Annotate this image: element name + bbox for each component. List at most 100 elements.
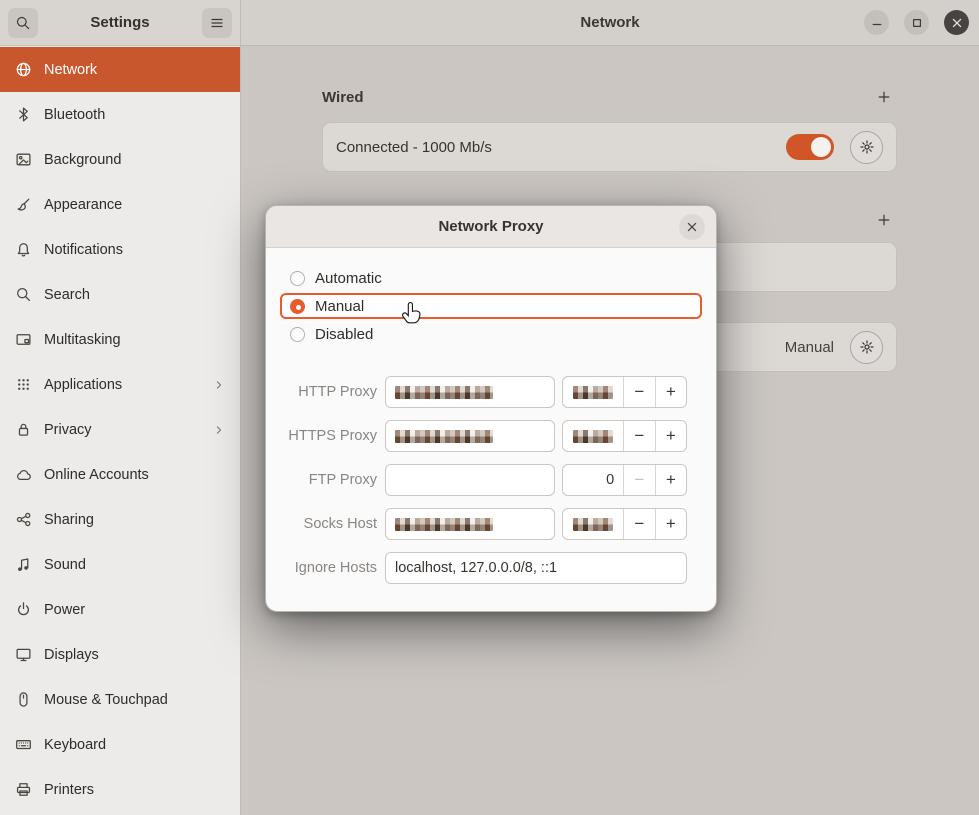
proxy-settings-button[interactable] — [850, 331, 883, 364]
page-title: Network — [580, 14, 639, 31]
decrement-button[interactable]: − — [623, 421, 654, 451]
redacted-value — [395, 386, 493, 399]
proxy-mode-label: Manual — [315, 298, 364, 315]
proxy-status: Manual — [785, 339, 834, 356]
sidebar-item-appearance[interactable]: Appearance — [0, 182, 240, 227]
increment-button[interactable]: + — [655, 377, 686, 407]
close-icon — [949, 15, 965, 31]
proxy-mode-disabled[interactable]: Disabled — [280, 321, 702, 347]
sidebar-item-displays[interactable]: Displays — [0, 632, 240, 677]
add-wired-connection-button[interactable] — [871, 84, 897, 110]
increment-button[interactable]: + — [655, 509, 686, 539]
sidebar-item-sharing[interactable]: Sharing — [0, 497, 240, 542]
sidebar-item-label: Bluetooth — [44, 107, 105, 123]
https-proxy-input[interactable] — [385, 420, 555, 452]
radio-button[interactable] — [290, 299, 305, 314]
sidebar-list: Network Bluetooth Background Appearance Noti… — [0, 47, 240, 815]
minimize-icon — [869, 15, 885, 31]
http-proxy-row: HTTP Proxy −+ — [280, 376, 702, 408]
redacted-value — [395, 518, 493, 531]
sidebar-item-label: Notifications — [44, 242, 123, 258]
search-button[interactable] — [8, 8, 38, 38]
minimize-button[interactable] — [864, 10, 889, 35]
sidebar-item-label: Power — [44, 602, 85, 618]
ftp-proxy-port-value[interactable]: 0 — [563, 465, 623, 495]
close-button[interactable] — [944, 10, 969, 35]
menu-button[interactable] — [202, 8, 232, 38]
redacted-port — [573, 518, 613, 531]
wired-section-title: Wired — [322, 89, 364, 106]
socks-host-port-spinner: −+ — [562, 508, 687, 540]
wired-connection-row[interactable]: Connected - 1000 Mb/s — [322, 122, 897, 172]
sidebar-item-label: Multitasking — [44, 332, 121, 348]
maximize-button[interactable] — [904, 10, 929, 35]
sidebar-item-keyboard[interactable]: Keyboard — [0, 722, 240, 767]
sidebar-item-label: Appearance — [44, 197, 122, 213]
radio-button[interactable] — [290, 327, 305, 342]
sidebar-item-label: Mouse & Touchpad — [44, 692, 168, 708]
printers-icon — [14, 781, 32, 799]
sidebar-header: Settings — [0, 0, 240, 46]
wired-toggle[interactable] — [786, 134, 834, 160]
displays-icon — [14, 646, 32, 664]
sidebar-item-label: Sound — [44, 557, 86, 573]
dialog-close-button[interactable] — [679, 214, 705, 240]
http-proxy-input[interactable] — [385, 376, 555, 408]
sidebar-item-bluetooth[interactable]: Bluetooth — [0, 92, 240, 137]
proxy-mode-manual[interactable]: Manual — [280, 293, 702, 319]
socks-host-input[interactable] — [385, 508, 555, 540]
network-icon — [14, 61, 32, 79]
decrement-button[interactable]: − — [623, 465, 654, 495]
ftp-proxy-row: FTP Proxy 0−+ — [280, 464, 702, 496]
ignore-hosts-input[interactable] — [395, 560, 677, 576]
sidebar-item-online-accounts[interactable]: Online Accounts — [0, 452, 240, 497]
proxy-mode-options: Automatic Manual Disabled — [280, 265, 702, 349]
sidebar-item-label: Printers — [44, 782, 94, 798]
http-proxy-port-spinner: −+ — [562, 376, 687, 408]
ftp-proxy-input[interactable] — [385, 464, 555, 496]
https-proxy-port-value[interactable] — [563, 421, 623, 451]
sidebar-item-label: Applications — [44, 377, 122, 393]
redacted-port — [573, 430, 613, 443]
increment-button[interactable]: + — [655, 421, 686, 451]
add-vpn-button[interactable] — [871, 207, 897, 233]
power-icon — [14, 601, 32, 619]
ftp-proxy-port-spinner: 0−+ — [562, 464, 687, 496]
sidebar-item-label: Search — [44, 287, 90, 303]
mouse-icon — [14, 691, 32, 709]
https-proxy-label: HTTPS Proxy — [280, 428, 377, 444]
sidebar-item-notifications[interactable]: Notifications — [0, 227, 240, 272]
sidebar-item-power[interactable]: Power — [0, 587, 240, 632]
sidebar-item-sound[interactable]: Sound — [0, 542, 240, 587]
gear-icon — [859, 139, 875, 155]
socks-host-row: Socks Host−+ — [280, 508, 702, 540]
wired-settings-button[interactable] — [850, 131, 883, 164]
increment-button[interactable]: + — [655, 465, 686, 495]
sidebar-item-mouse-touchpad[interactable]: Mouse & Touchpad — [0, 677, 240, 722]
sidebar-item-network[interactable]: Network — [0, 47, 240, 92]
ignore-hosts-row: Ignore Hosts — [280, 552, 702, 584]
applications-icon — [14, 376, 32, 394]
sidebar-item-search[interactable]: Search — [0, 272, 240, 317]
radio-button[interactable] — [290, 271, 305, 286]
ignore-hosts-label: Ignore Hosts — [280, 560, 377, 576]
chevron-right-icon — [212, 423, 226, 437]
wired-status: Connected - 1000 Mb/s — [336, 139, 492, 156]
sidebar-item-label: Displays — [44, 647, 99, 663]
sidebar-item-printers[interactable]: Printers — [0, 767, 240, 812]
proxy-mode-automatic[interactable]: Automatic — [280, 265, 702, 291]
socks-host-port-value[interactable] — [563, 509, 623, 539]
ftp-proxy-label: FTP Proxy — [280, 472, 377, 488]
http-proxy-port-value[interactable] — [563, 377, 623, 407]
sidebar-item-applications[interactable]: Applications — [0, 362, 240, 407]
notifications-icon — [14, 241, 32, 259]
sidebar-item-privacy[interactable]: Privacy — [0, 407, 240, 452]
window-controls — [864, 10, 969, 35]
sidebar-item-background[interactable]: Background — [0, 137, 240, 182]
sidebar-item-multitasking[interactable]: Multitasking — [0, 317, 240, 362]
proxy-fields: HTTP Proxy−+HTTPS Proxy−+FTP Proxy0−+Soc… — [280, 376, 702, 596]
decrement-button[interactable]: − — [623, 509, 654, 539]
proxy-mode-label: Automatic — [315, 270, 382, 287]
http-proxy-label: HTTP Proxy — [280, 384, 377, 400]
decrement-button[interactable]: − — [623, 377, 654, 407]
